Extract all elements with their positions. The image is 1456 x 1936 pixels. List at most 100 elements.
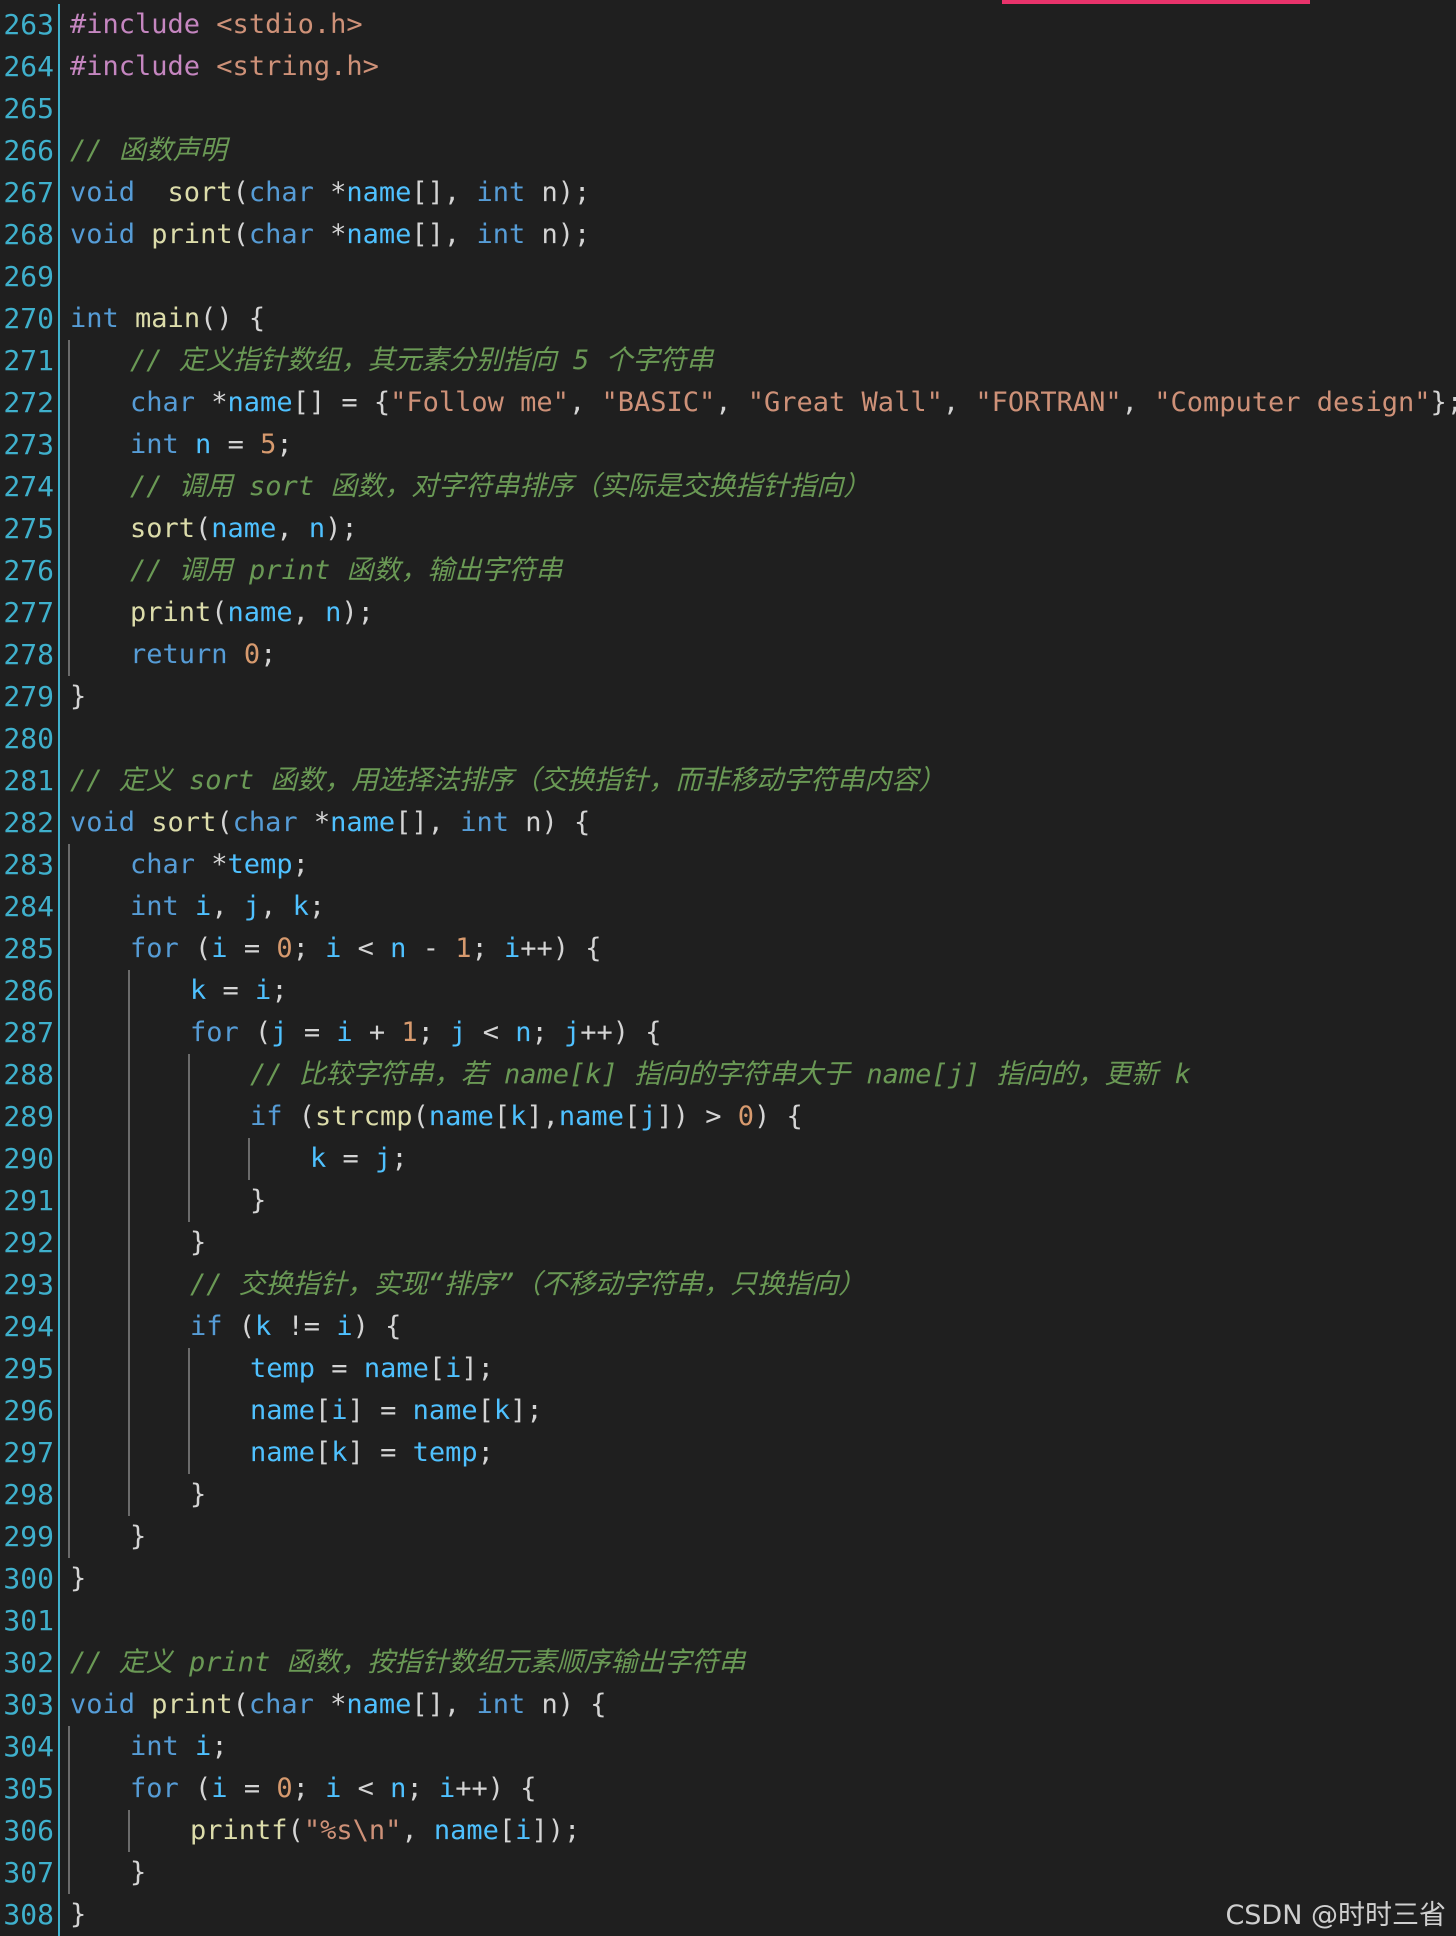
code-line[interactable]: 283 char *temp; — [0, 844, 1456, 886]
code-line[interactable]: 287 for (j = i + 1; j < n; j++) { — [0, 1012, 1456, 1054]
line-code: void print(char *name[], int n); — [70, 214, 590, 256]
code-token: i — [325, 933, 342, 964]
code-token: ; — [406, 1773, 439, 1804]
code-line[interactable]: 282 void sort(char *name[], int n) { — [0, 802, 1456, 844]
code-line[interactable]: 291} — [0, 1180, 1456, 1222]
code-line[interactable]: 286 k = i; — [0, 970, 1456, 1012]
code-token: name — [558, 1101, 624, 1132]
code-token: [] = { — [292, 387, 391, 418]
code-line[interactable]: 264 #include <string.h> — [0, 46, 1456, 88]
code-token: <string.h> — [200, 51, 379, 82]
code-line[interactable]: 267 void sort(char *name[], int n); — [0, 172, 1456, 214]
code-token: ( — [195, 513, 212, 544]
code-line[interactable]: 277 print(name, n); — [0, 592, 1456, 634]
line-code: #include <stdio.h> — [70, 4, 363, 46]
code-line[interactable]: 275 sort(name, n); — [0, 508, 1456, 550]
code-line[interactable]: 296 name[i] = name[k]; — [0, 1390, 1456, 1432]
code-line[interactable]: 305 for (i = 0; i < n; i++) { — [0, 1768, 1456, 1810]
code-line[interactable]: 303 void print(char *name[], int n) { — [0, 1684, 1456, 1726]
code-line[interactable]: 274 // 调用 sort 函数，对字符串排序（实际是交换指针指向） — [0, 466, 1456, 508]
code-line[interactable]: 294 if (k != i) { — [0, 1306, 1456, 1348]
code-line[interactable]: 307} — [0, 1852, 1456, 1894]
code-line[interactable]: 304 int i; — [0, 1726, 1456, 1768]
code-token: j — [564, 1017, 581, 1048]
code-line[interactable]: 272 char *name[] = {"Follow me", "BASIC",… — [0, 382, 1456, 424]
code-token: ( — [282, 1101, 316, 1132]
code-line[interactable]: 281 // 定义 sort 函数，用选择法排序（交换指针，而非移动字符串内容） — [0, 760, 1456, 802]
code-token: int — [130, 429, 179, 460]
code-token: 0 — [276, 1773, 293, 1804]
code-line[interactable]: 276 // 调用 print 函数，输出字符串 — [0, 550, 1456, 592]
line-number: 276 — [3, 554, 54, 587]
code-token: ; — [211, 1731, 228, 1762]
code-token: sort — [167, 177, 233, 208]
code-line[interactable]: 288 // 比较字符串，若 name[k] 指向的字符串大于 name[j] 指… — [0, 1054, 1456, 1096]
code-line[interactable]: 266 // 函数声明 — [0, 130, 1456, 172]
code-line[interactable]: 295 temp = name[i]; — [0, 1348, 1456, 1390]
code-token: , — [260, 891, 293, 922]
code-line[interactable]: 265 — [0, 88, 1456, 130]
code-line[interactable]: 301 — [0, 1600, 1456, 1642]
code-token: n) { — [508, 807, 591, 838]
line-number: 305 — [3, 1772, 54, 1805]
code-line[interactable]: 306 printf("%s\n", name[i]); — [0, 1810, 1456, 1852]
code-token: ( — [287, 1815, 304, 1846]
code-line[interactable]: 293 // 交换指针，实现“排序”（不移动字符串，只换指向） — [0, 1264, 1456, 1306]
code-token: void — [70, 1689, 136, 1720]
code-line[interactable]: 289 if (strcmp(name[k],name[j]) > 0) { — [0, 1096, 1456, 1138]
code-token: n — [515, 1017, 532, 1048]
code-line[interactable]: 298} — [0, 1474, 1456, 1516]
code-token: 5 — [260, 429, 277, 460]
code-token: [ — [498, 1815, 516, 1846]
code-line[interactable]: 299} — [0, 1516, 1456, 1558]
line-number: 304 — [3, 1730, 54, 1763]
code-token: "Great Wall" — [747, 387, 943, 418]
code-token: n — [308, 513, 326, 544]
code-token: ; — [417, 1017, 451, 1048]
code-editor[interactable]: 263 #include <stdio.h> 264 #include <string… — [0, 4, 1456, 1936]
code-token: } — [130, 1857, 147, 1888]
line-number: 274 — [3, 470, 54, 503]
code-token: ++) { — [455, 1773, 537, 1804]
code-token: ; — [292, 933, 326, 964]
code-token: name — [428, 1101, 494, 1132]
code-line[interactable]: 273 int n = 5; — [0, 424, 1456, 466]
code-token: ]; — [510, 1395, 543, 1426]
code-line[interactable]: 300} — [0, 1558, 1456, 1600]
code-token: #include — [70, 51, 201, 82]
code-token: ; — [276, 429, 293, 460]
line-code: // 定义 print 函数，按指针数组元素顺序输出字符串 — [70, 1642, 746, 1684]
code-token: ] = — [347, 1437, 413, 1468]
code-token: ]; — [461, 1353, 494, 1384]
code-line[interactable]: 292} — [0, 1222, 1456, 1264]
code-token: i — [336, 1017, 353, 1048]
code-token: ; — [471, 933, 504, 964]
line-number: 279 — [3, 680, 54, 713]
code-line[interactable]: 280 — [0, 718, 1456, 760]
code-line[interactable]: 269 — [0, 256, 1456, 298]
line-code: temp = name[i]; — [250, 1348, 494, 1390]
code-line[interactable]: 271 // 定义指针数组，其元素分别指向 5 个字符串 — [0, 340, 1456, 382]
line-number: 301 — [3, 1604, 54, 1637]
code-token: = — [211, 429, 261, 460]
code-line[interactable]: 268 void print(char *name[], int n); — [0, 214, 1456, 256]
code-token: k — [510, 1101, 527, 1132]
code-line[interactable]: 290 k = j; — [0, 1138, 1456, 1180]
code-token: i — [515, 1815, 532, 1846]
code-line[interactable]: 284 int i, j, k; — [0, 886, 1456, 928]
code-token: void — [70, 807, 136, 838]
line-number: 289 — [3, 1100, 54, 1133]
line-number: 285 — [3, 932, 54, 965]
code-token: for — [130, 1773, 179, 1804]
code-token: < — [466, 1017, 516, 1048]
code-line[interactable]: 279} — [0, 676, 1456, 718]
code-line[interactable]: 297 name[k] = temp; — [0, 1432, 1456, 1474]
code-line[interactable]: 263 #include <stdio.h> — [0, 4, 1456, 46]
code-line[interactable]: 302 // 定义 print 函数，按指针数组元素顺序输出字符串 — [0, 1642, 1456, 1684]
code-line[interactable]: 278 return 0; — [0, 634, 1456, 676]
code-token: temp — [250, 1353, 316, 1384]
code-line[interactable]: 285 for (i = 0; i < n - 1; i++) { — [0, 928, 1456, 970]
code-line[interactable]: 270 int main() { — [0, 298, 1456, 340]
line-code: void print(char *name[], int n) { — [70, 1684, 607, 1726]
